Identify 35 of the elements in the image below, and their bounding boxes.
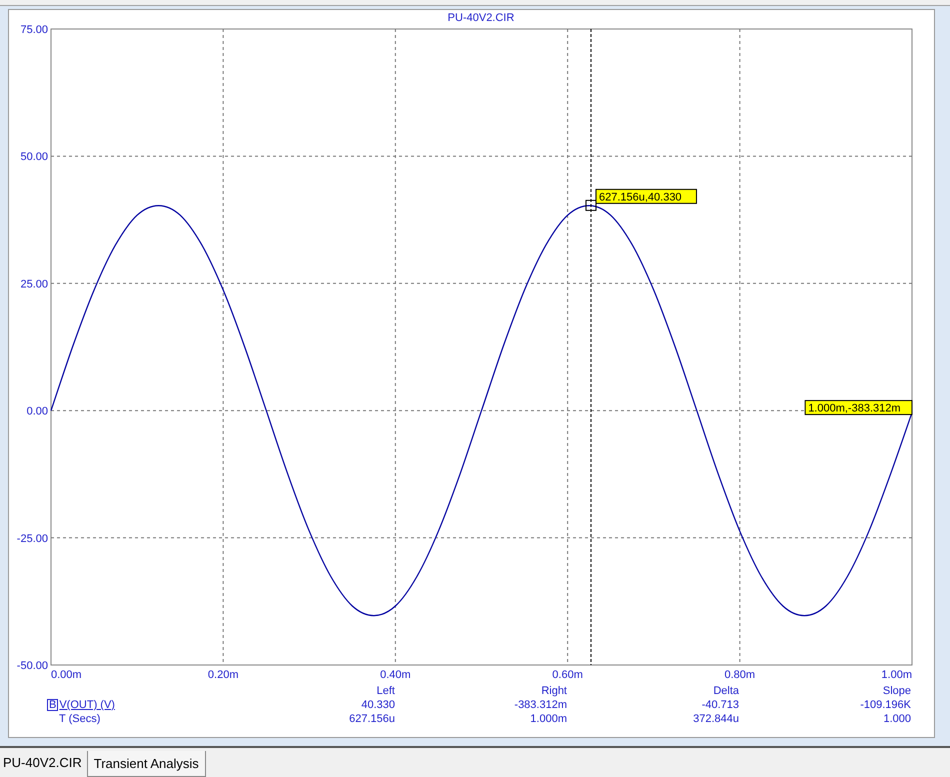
- readout-value: 1.000m: [529, 712, 567, 726]
- column-header: Delta: [712, 684, 739, 698]
- end-point-label: 1.000m,-383.312m: [804, 400, 912, 416]
- y-tick-label: 50.00: [20, 151, 48, 164]
- readout-value: -383.312m: [513, 698, 567, 712]
- y-tick-label: 0.00: [26, 406, 48, 418]
- tab[interactable]: Transient Analysis: [86, 751, 206, 777]
- series-marker: B: [47, 699, 58, 711]
- cursor-line[interactable]: [590, 28, 592, 666]
- column-header: Left: [376, 684, 395, 698]
- y-tick-label: -25.00: [16, 532, 48, 545]
- x-tick-label: 0.20m: [208, 669, 238, 681]
- y-tick-label: 25.00: [20, 278, 48, 290]
- column-header: Slope: [882, 684, 911, 698]
- readout-value: -109.196K: [859, 698, 911, 712]
- x-tick-label: 0.80m: [724, 669, 756, 681]
- cursor-marker[interactable]: [585, 200, 596, 211]
- readout-value: 40.330: [360, 698, 395, 712]
- readout-value: 1.000: [882, 712, 911, 726]
- column-header: Right: [540, 684, 567, 698]
- y-tick-label: -50.00: [16, 660, 48, 672]
- y-tick-label: 75.00: [20, 24, 48, 36]
- readout-value: 372.844u: [692, 712, 739, 726]
- chart-title: PU-40V2.CIR: [448, 12, 514, 24]
- annotation: 1.000m,-383.312m: [808, 402, 901, 415]
- x-tick-label: 0.60m: [552, 669, 583, 681]
- x-tick-label: 1.00m: [881, 669, 912, 681]
- series-label[interactable]: V(OUT) (V): [59, 698, 115, 712]
- readout-value: -40.713: [700, 698, 739, 712]
- readout-value: 627.156u: [348, 712, 395, 726]
- cursor-label: 627.156u,40.330: [595, 188, 697, 204]
- series-label: T (Secs): [59, 712, 100, 726]
- x-tick-label: 0.40m: [380, 669, 411, 681]
- annotation: 627.156u,40.330: [598, 191, 682, 204]
- x-tick-label: 0.00m: [51, 669, 82, 681]
